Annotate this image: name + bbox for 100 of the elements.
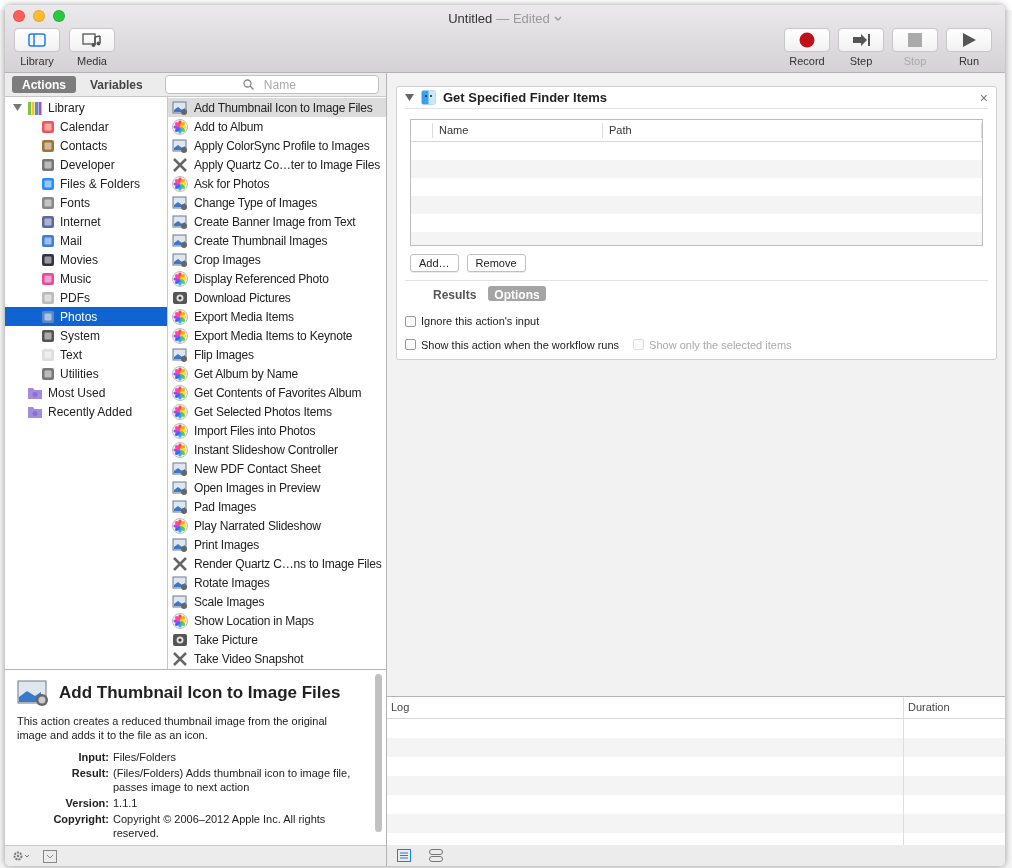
action-item[interactable]: Play Narrated Slideshow [168,516,386,535]
sidebar-item[interactable]: Music [5,269,167,288]
category-icon [41,271,55,286]
toolbar-label: Library [20,54,54,69]
tab[interactable]: Actions [12,76,76,93]
action-item[interactable]: Import Files into Photos [168,421,386,440]
field-value: Copyright © 2006–2012 Apple Inc. All rights reserved. [113,812,327,840]
action-item[interactable]: Get Contents of Favorites Album [168,383,386,402]
record-button[interactable] [784,28,830,52]
folder-icon [27,385,43,400]
action-item[interactable]: Instant Slideshow Controller [168,440,386,459]
crossed-tools-icon [172,555,188,572]
sidebar-button[interactable] [14,28,60,52]
run-button[interactable] [946,28,992,52]
sidebar-item[interactable]: Text [5,345,167,364]
split-view-button[interactable] [429,849,443,862]
list-view-button[interactable] [397,849,411,862]
sidebar-icon [26,31,48,49]
category-icon [41,195,55,210]
action-item[interactable]: Open Images in Preview [168,478,386,497]
action-item[interactable]: Show Location in Maps [168,611,386,630]
sidebar-item[interactable]: Recently Added [5,402,167,421]
action-item[interactable]: Display Referenced Photo [168,269,386,288]
music-note-button[interactable] [69,28,115,52]
category-icon [41,328,55,343]
checkbox-label: Ignore this action's input [421,314,540,329]
sidebar-item[interactable]: Fonts [5,193,167,212]
close-button[interactable]: × [979,90,988,105]
action-item[interactable]: Add to Album [168,117,386,136]
sidebar-item[interactable]: Most Used [5,383,167,402]
scrollbar-thumb[interactable] [375,674,382,832]
image-icon [172,479,188,496]
field-value: Files/Folders [113,750,177,764]
table-button[interactable]: Remove [466,254,526,272]
sidebar-item[interactable]: Mail [5,231,167,250]
edited-label: — Edited [496,10,550,28]
action-item[interactable]: Change Type of Images [168,193,386,212]
close-button[interactable] [13,10,25,22]
books-icon [27,99,43,116]
checkbox[interactable] [405,339,416,351]
action-item[interactable]: Get Selected Photos Items [168,402,386,421]
action-item[interactable]: Add Thumbnail Icon to Image Files [168,98,386,117]
tab[interactable]: Variables [80,76,153,93]
folder-icon [27,404,43,419]
action-item[interactable]: Ask for Photos [168,174,386,193]
column-header[interactable]: Path [603,123,982,138]
toolbar-label: Media [77,54,107,69]
step-button[interactable] [838,28,884,52]
action-item[interactable]: Rotate Images [168,573,386,592]
action-item[interactable]: Pad Images [168,497,386,516]
action-item[interactable]: Scale Images [168,592,386,611]
zoom-button[interactable] [53,10,65,22]
action-item[interactable]: Get Album by Name [168,364,386,383]
field-label: Result: [70,766,109,781]
field-value: 1.1.1 [113,796,139,810]
action-item[interactable]: Apply Quartz Co…ter to Image Files [168,155,386,174]
sidebar-item[interactable]: PDFs [5,288,167,307]
sidebar-item[interactable]: Movies [5,250,167,269]
sidebar-item[interactable]: Contacts [5,136,167,155]
image-icon [17,678,51,708]
column-header[interactable]: Log [387,697,904,718]
minimize-button[interactable] [33,10,45,22]
action-item[interactable]: Take Picture [168,630,386,649]
sidebar-item[interactable]: Library [5,98,167,117]
action-item[interactable]: Print Images [168,535,386,554]
image-icon [172,346,188,363]
action-item[interactable]: Apply ColorSync Profile to Images [168,136,386,155]
action-item[interactable]: Flip Images [168,345,386,364]
action-item[interactable]: New PDF Contact Sheet [168,459,386,478]
action-item[interactable]: Create Thumbnail Images [168,231,386,250]
sidebar-item[interactable]: System [5,326,167,345]
field-label: Input: [77,750,109,764]
sidebar-item[interactable]: Files & Folders [5,174,167,193]
column-header[interactable]: Duration [904,697,1005,718]
sidebar-item[interactable]: Internet [5,212,167,231]
search-field[interactable]: Name [164,75,379,94]
action-item[interactable]: Download Pictures [168,288,386,307]
action-item[interactable]: Export Media Items to Keynote [168,326,386,345]
settings-button[interactable] [13,851,31,861]
category-icon [41,366,55,381]
disclosure-down-icon [13,103,22,112]
sidebar-item[interactable]: Calendar [5,117,167,136]
column-header[interactable]: Name [433,123,603,138]
tab[interactable]: Results [427,286,483,301]
flower-icon [172,422,188,439]
action-item[interactable]: Take Video Snapshot [168,649,386,668]
category-icon [41,176,55,191]
action-item[interactable]: Crop Images [168,250,386,269]
action-item[interactable]: Render Quartz C…ns to Image Files [168,554,386,573]
table-button[interactable]: Add… [410,254,459,272]
field-label: Copyright: [52,812,109,827]
flower-icon [172,118,188,135]
action-title: Get Specified Finder Items [443,88,608,107]
sidebar-item[interactable]: Developer [5,155,167,174]
sidebar-item[interactable]: Utilities [5,364,167,383]
sidebar-item[interactable]: Photos [5,307,167,326]
action-item[interactable]: Export Media Items [168,307,386,326]
checkbox[interactable] [405,315,416,327]
action-item[interactable]: Create Banner Image from Text [168,212,386,231]
image-icon [172,498,188,515]
